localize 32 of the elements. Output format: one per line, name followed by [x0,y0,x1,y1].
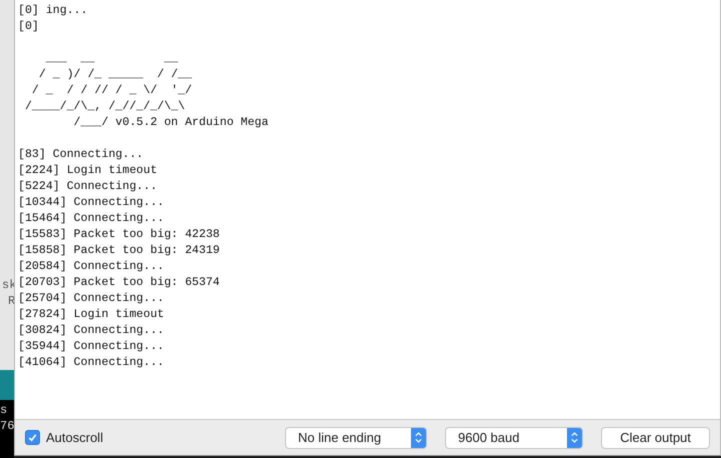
output-line: [20703] Packet too big: 65374 [18,276,220,289]
output-line: [15464] Connecting... [18,212,164,225]
output-line: ___ __ __ [44,52,178,65]
stepper-arrows-icon [567,428,582,448]
output-line: / _ )/ /_ _____ / /__ [38,68,192,81]
output-line: [15583] Packet too big: 42238 [18,228,220,241]
stepper-arrows-icon [411,428,426,448]
checkmark-icon [27,432,38,443]
output-line: [5224] Connecting... [18,180,158,193]
console-text-fragment: s [0,402,8,418]
clear-output-button[interactable]: Clear output [601,426,710,448]
toolbar-strip [0,370,14,400]
line-ending-dropdown[interactable]: No line ending [285,426,427,448]
output-line: /___/ v0.5.2 on Arduino Mega [72,116,268,129]
output-line: [25704] Connecting... [18,292,164,305]
autoscroll-label: Autoscroll [46,430,104,445]
output-line: [41064] Connecting... [18,356,164,369]
baud-rate-dropdown[interactable]: 9600 baud [445,426,583,448]
output-line: [0] ing... [18,4,88,17]
output-line: / _ / / // / _ \/ '_/ [30,84,192,97]
output-line: [35944] Connecting... [18,340,164,353]
output-line: [15858] Packet too big: 24319 [18,244,220,257]
console-text-fragment: 76 [0,418,14,434]
output-line: [83] Connecting... [18,148,144,161]
output-line: [0] [18,20,39,33]
output-line: [30824] Connecting... [18,324,164,337]
output-line: [10344] Connecting... [18,196,164,209]
output-line: [20584] Connecting... [18,260,164,273]
autoscroll-checkbox[interactable] [25,430,40,445]
output-line: /____/_/\_, /_//_/_/\_\ [24,100,185,113]
output-line: [27824] Login timeout [18,308,164,321]
output-line: [2224] Login timeout [18,164,158,177]
